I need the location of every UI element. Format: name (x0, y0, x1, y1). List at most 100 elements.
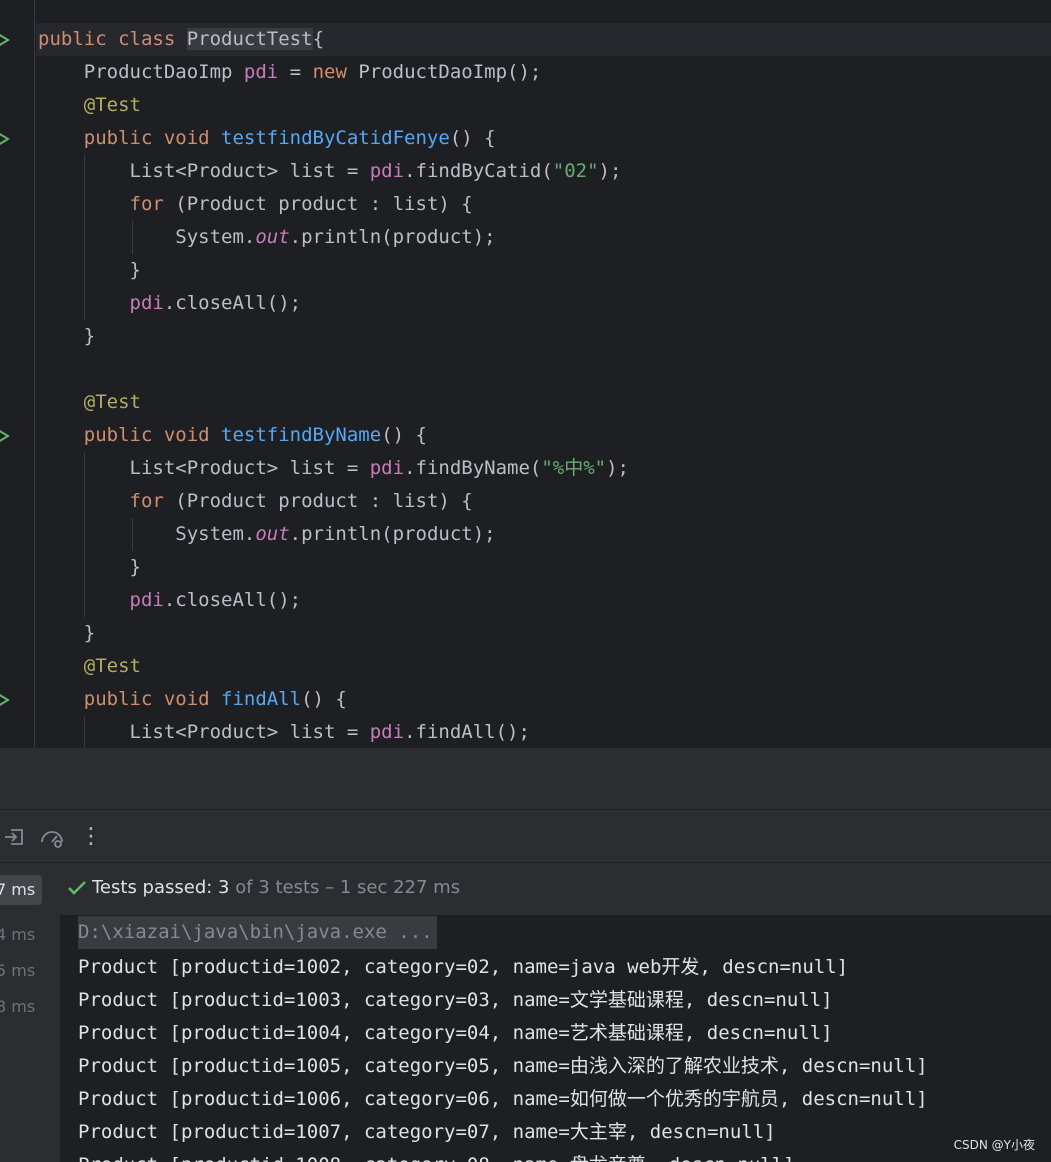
code-token: } (38, 622, 96, 644)
test-result-bar: Tests passed: 3 of 3 tests – 1 sec 227 m… (60, 863, 1051, 916)
code-token: public void (38, 424, 222, 446)
code-token: for (38, 490, 176, 512)
run-test-icon[interactable] (0, 693, 10, 707)
watermark: CSDN @Y小夜 (953, 1138, 1035, 1152)
console-line: Product [productid=1005, category=05, na… (78, 1055, 928, 1077)
code-token: List<Product> list = (38, 457, 370, 479)
test-duration: 5 ms (0, 961, 36, 980)
test-tree: 7 ms 4 ms 5 ms 8 ms (0, 863, 60, 1162)
code-line[interactable]: } (38, 254, 629, 287)
code-token: System. (38, 226, 256, 248)
export-icon[interactable] (2, 824, 28, 850)
console-line: Product [productid=1008, category=08, na… (78, 1149, 928, 1162)
code-token: ProductTest (186, 28, 313, 50)
console-line: Product [productid=1002, category=02, na… (78, 956, 849, 978)
test-tree-item[interactable]: 8 ms (0, 992, 42, 1022)
code-line[interactable]: public void testfindByName() { (38, 419, 629, 452)
console-line: Product [productid=1004, category=04, na… (78, 1022, 833, 1044)
code-token: testfindByName (221, 424, 382, 446)
code-token: List<Product> list = (38, 721, 370, 743)
code-token: @Test (38, 391, 141, 413)
code-token: public void (38, 127, 222, 149)
code-line[interactable]: @Test (38, 89, 629, 122)
code-token: pdi (369, 457, 405, 479)
console-lines: Product [productid=1002, category=02, na… (78, 951, 928, 1162)
more-options-icon[interactable]: ⋮ (80, 824, 102, 850)
code-line[interactable]: pdi.closeAll(); (38, 584, 629, 617)
run-tool-window: ⋮ 7 ms 4 ms 5 ms 8 ms Tests passed: 3 of… (0, 809, 1051, 1162)
code-token: pdi (243, 61, 279, 83)
result-summary: of 3 tests – 1 sec 227 ms (229, 877, 461, 898)
code-token: @Test (38, 655, 141, 677)
code-line[interactable]: ProductDaoImp pdi = new ProductDaoImp(); (38, 56, 629, 89)
console-line: Product [productid=1007, category=07, na… (78, 1121, 776, 1143)
code-line[interactable]: List<Product> list = pdi.findByCatid("02… (38, 155, 629, 188)
test-tree-item[interactable]: 7 ms (0, 875, 42, 905)
code-token: pdi (38, 292, 164, 314)
run-test-icon[interactable] (0, 132, 10, 146)
code-token: pdi (369, 721, 405, 743)
test-result-text: Tests passed: 3 of 3 tests – 1 sec 227 m… (92, 877, 460, 898)
code-token: = (278, 61, 313, 83)
gutter-divider (34, 0, 35, 748)
code-editor[interactable]: public class ProductTest{ ProductDaoImp … (0, 0, 1051, 748)
code-token: (Product product : list) { (175, 490, 473, 512)
code-line[interactable]: public void testfindByCatidFenye() { (38, 122, 629, 155)
java-command-line[interactable]: D:\xiazai\java\bin\java.exe ... (78, 916, 437, 949)
result-label: Tests passed: (92, 877, 219, 898)
code-token: () { (449, 127, 496, 149)
passed-count: 3 (218, 877, 230, 898)
run-toolbar: ⋮ (0, 810, 1051, 863)
code-token: List<Product> list = (38, 160, 370, 182)
code-token: "%中%" (541, 457, 607, 479)
code-line[interactable]: } (38, 320, 629, 353)
code-token: { (312, 28, 325, 50)
code-line[interactable]: @Test (38, 650, 629, 683)
code-token: ); (606, 457, 629, 479)
code-token: } (38, 556, 141, 578)
code-token: ProductDaoImp (38, 61, 244, 83)
console-output[interactable]: D:\xiazai\java\bin\java.exe ... Product … (60, 916, 1051, 1162)
test-duration: 8 ms (0, 997, 36, 1016)
editor-bottom-gap (0, 748, 1051, 809)
code-line[interactable]: } (38, 617, 629, 650)
code-line[interactable]: System.out.println(product); (38, 518, 629, 551)
code-line[interactable]: for (Product product : list) { (38, 485, 629, 518)
code-token: ); (598, 160, 622, 182)
console-line: Product [productid=1003, category=03, na… (78, 989, 833, 1011)
check-icon (66, 877, 88, 899)
test-duration: 4 ms (0, 925, 36, 944)
code-line[interactable]: @Test (38, 386, 629, 419)
test-tree-item[interactable]: 4 ms (0, 920, 42, 950)
code-token: .println(product); (289, 523, 496, 545)
code-line[interactable]: for (Product product : list) { (38, 188, 629, 221)
code-line[interactable]: public class ProductTest{ (38, 23, 629, 56)
code-token: .closeAll(); (163, 292, 302, 314)
code-token: findAll (221, 688, 302, 710)
code-token: .findByCatid( (404, 160, 553, 182)
profiler-icon[interactable] (39, 824, 65, 850)
console-line: Product [productid=1006, category=06, na… (78, 1088, 928, 1110)
code-token: pdi (38, 589, 164, 611)
code-token: .closeAll(); (163, 589, 302, 611)
code-line[interactable]: List<Product> list = pdi.findAll(); (38, 716, 629, 748)
code-line[interactable]: public void findAll() { (38, 683, 629, 716)
code-token: for (38, 193, 176, 215)
code-line[interactable]: } (38, 551, 629, 584)
run-test-icon[interactable] (0, 429, 10, 443)
code-token: } (38, 325, 96, 347)
code-token: public void (38, 688, 222, 710)
code-line[interactable]: pdi.closeAll(); (38, 287, 629, 320)
code-line[interactable]: System.out.println(product); (38, 221, 629, 254)
code-token: (Product product : list) { (175, 193, 473, 215)
code-token: .findByName( (404, 457, 542, 479)
code-line[interactable] (38, 353, 629, 386)
code-token: @Test (38, 94, 141, 116)
code-content[interactable]: public class ProductTest{ ProductDaoImp … (38, 23, 629, 748)
code-token: () { (301, 688, 347, 710)
test-tree-item[interactable]: 5 ms (0, 956, 42, 986)
run-test-icon[interactable] (0, 33, 10, 47)
code-token: ProductDaoImp(); (358, 61, 542, 83)
code-token: } (38, 259, 141, 281)
code-line[interactable]: List<Product> list = pdi.findByName("%中%… (38, 452, 630, 485)
